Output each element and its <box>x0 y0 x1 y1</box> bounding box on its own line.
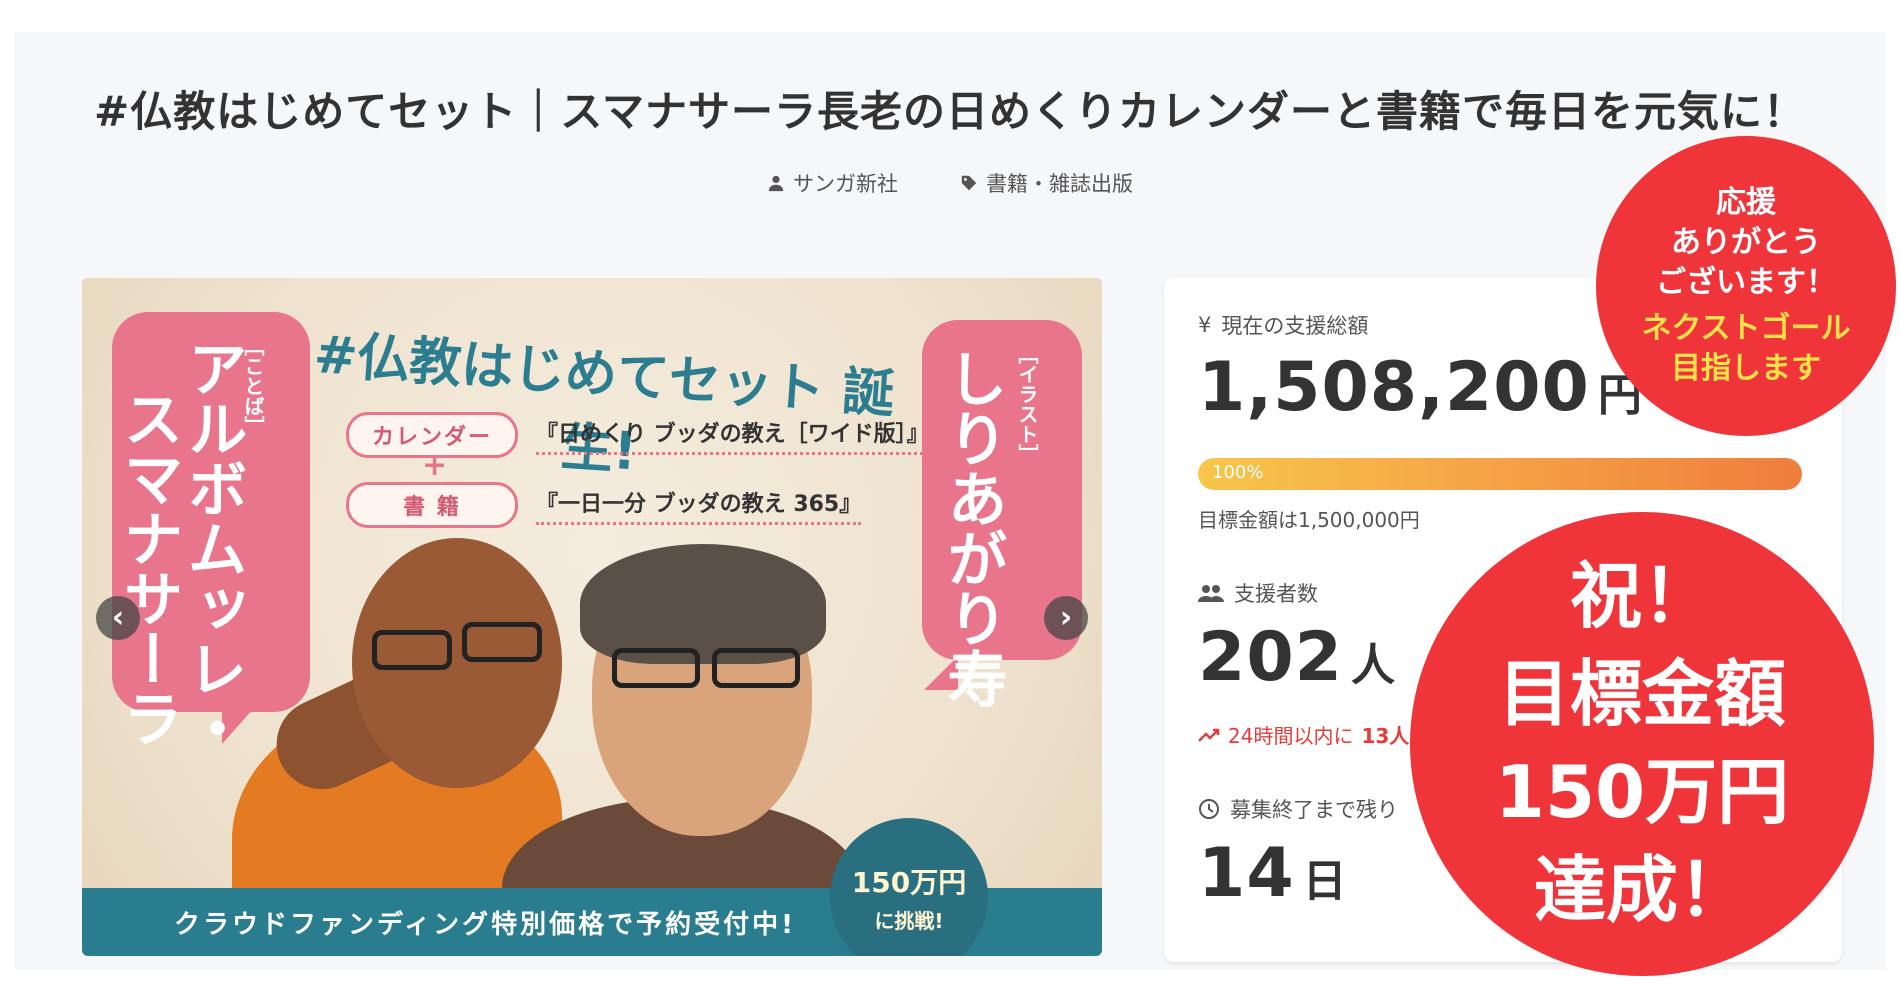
thanks-badge: 応援 ありがとう ございます！ ネクストゴール 目指します <box>1596 136 1896 436</box>
funding-progress-fill <box>1198 458 1802 490</box>
illustrator-name: しりあがり寿 <box>937 348 1007 708</box>
project-meta: サンガ新社 書籍・雑誌出版 <box>0 168 1900 198</box>
illustrator-hair <box>580 544 826 664</box>
plus-sign: + <box>422 448 448 483</box>
achieved-line1: 祝！ <box>1569 554 1714 639</box>
achieved-line2: 目標金額 <box>1497 652 1786 737</box>
owner-link[interactable]: サンガ新社 <box>767 168 898 198</box>
calendar-title: 『日めくり ブッダの教え［ワイド版］』 <box>536 416 929 455</box>
goal-achieved-badge: 祝！ 目標金額 150万円 達成！ <box>1410 512 1874 976</box>
trending-up-icon <box>1198 728 1220 742</box>
hero-badge-amount: 150万円 <box>851 865 967 899</box>
remaining-days-value: 14 <box>1198 834 1295 913</box>
hero-headline: #仏教はじめてセット 誕生! <box>312 324 897 483</box>
clock-icon <box>1199 799 1219 819</box>
author-name-line2: スマナサーラ <box>113 388 183 748</box>
total-amount-label-text: 現在の支援総額 <box>1221 314 1369 338</box>
project-title: #仏教はじめてセット｜スマナサーラ長老の日めくりカレンダーと書籍で毎日を元気に！ <box>94 87 1806 136</box>
category-name: 書籍・雑誌出版 <box>986 172 1133 196</box>
backers-trend-value: 13人 <box>1361 724 1410 748</box>
remaining-days-unit: 日 <box>1302 856 1347 907</box>
users-icon <box>1198 585 1224 602</box>
backers-count-value: 202 <box>1198 618 1343 697</box>
book-title: 『一日一分 ブッダの教え 365』 <box>536 486 862 525</box>
remaining-label-text: 募集終了まで残り <box>1230 798 1398 822</box>
monk-glasses-right <box>462 622 542 662</box>
next-goal-line2: 目指します <box>1671 350 1821 386</box>
tag-icon <box>961 175 977 191</box>
book-tag: 書 籍 <box>346 482 518 528</box>
chevron-left-icon: ‹ <box>111 600 125 635</box>
next-goal-line1: ネクストゴール <box>1641 310 1851 346</box>
hero-badge-challenge: に挑戦! <box>874 908 944 933</box>
monk-glasses-left <box>372 630 452 670</box>
backers-trend-prefix: 24時間以内に <box>1228 724 1354 748</box>
funding-progress-bar: 100% <box>1198 458 1802 490</box>
user-icon <box>768 175 784 192</box>
illustrator-glasses-right <box>712 648 800 688</box>
thanks-line3: ございます！ <box>1656 265 1836 301</box>
category-link[interactable]: 書籍・雑誌出版 <box>960 168 1133 198</box>
illustrator-role: ［イラスト］ <box>1015 344 1039 464</box>
backers-trend: 24時間以内に 13人 <box>1198 720 1409 749</box>
achieved-line3: 150万円 <box>1494 750 1790 834</box>
thanks-line1: 応援 <box>1716 185 1776 221</box>
funding-progress-text: 100% <box>1212 462 1264 483</box>
owner-name: サンガ新社 <box>793 172 898 196</box>
carousel-prev-button[interactable]: ‹ <box>96 596 140 640</box>
total-amount-value: 1,508,200 <box>1198 348 1590 427</box>
chevron-right-icon: › <box>1059 600 1073 635</box>
remaining-days: 14 日 <box>1198 834 1347 913</box>
goal-amount-note: 目標金額は1,500,000円 <box>1198 508 1420 532</box>
hero-carousel[interactable]: ［ことば］ アルボムッレ・ スマナサーラ ［イラスト］ しりあがり寿 #仏教はじ… <box>82 278 1102 956</box>
total-amount-label: ¥ 現在の支援総額 <box>1198 310 1368 340</box>
backers-label: 支援者数 <box>1198 578 1318 608</box>
backers-count: 202 人 <box>1198 618 1395 697</box>
backers-count-unit: 人 <box>1350 640 1395 691</box>
author-name-line1: アルボムッレ・ <box>177 338 247 758</box>
achieved-line4: 達成！ <box>1533 847 1750 932</box>
product-book: 書 籍 『一日一分 ブッダの教え 365』 <box>346 482 862 528</box>
remaining-label: 募集終了まで残り <box>1198 794 1398 824</box>
illustrator-glasses-left <box>612 648 700 688</box>
total-amount: 1,508,200 円 <box>1198 348 1642 427</box>
backers-label-text: 支援者数 <box>1234 582 1318 606</box>
hero-goal-badge: 150万円 に挑戦! <box>830 818 988 956</box>
yen-icon: ¥ <box>1198 313 1212 337</box>
carousel-next-button[interactable]: › <box>1044 596 1088 640</box>
thanks-line2: ありがとう <box>1671 225 1821 261</box>
